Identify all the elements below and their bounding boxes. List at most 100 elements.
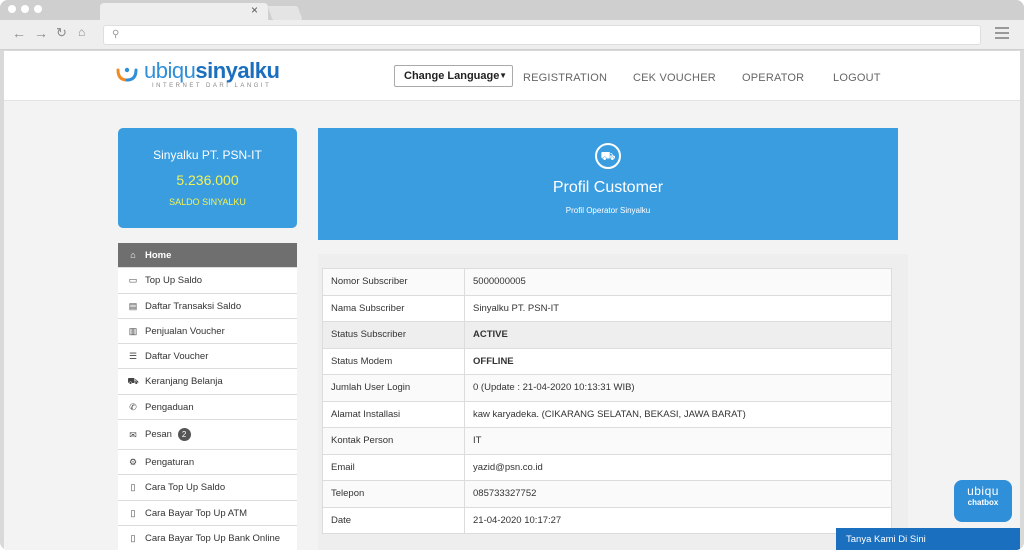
file-icon: ▯	[130, 482, 136, 493]
logo-wordmark: ubiqusinyalku INTERNET DARI LANGIT	[144, 58, 280, 90]
sidebar-item-label: Pesan	[145, 429, 172, 441]
sidebar-item-label: Daftar Voucher	[145, 351, 209, 363]
logo-ubiqu: ubiqu	[144, 58, 196, 83]
row-label: Nama Subscriber	[322, 294, 465, 322]
logo-tagline: INTERNET DARI LANGIT	[152, 83, 272, 89]
sidebar-item-penjualan-voucher[interactable]: ▥ Penjualan Voucher	[118, 318, 297, 345]
chatbox-brand-sub: chatbox	[967, 498, 999, 507]
sidebar-item-pengaturan[interactable]: ⚙ Pengaturan	[118, 450, 297, 476]
sidebar-item-keranjang-belanja[interactable]: ⛟ Keranjang Belanja	[118, 369, 297, 395]
browser-window: × ← → ↻ ⌂ ⚲ ubiqusinyalku INTERNET DARI …	[0, 0, 1024, 550]
list-icon: ☰	[128, 351, 138, 362]
subscriber-status: ACTIVE	[464, 321, 892, 349]
sidebar-item-cara-bayar-top-up-bank-online[interactable]: ▯ Cara Bayar Top Up Bank Online	[118, 525, 297, 550]
table-row: Status Modem OFFLINE	[322, 347, 892, 375]
sidebar-item-label: Top Up Saldo	[145, 275, 203, 287]
balance-amount: 5.236.000	[176, 172, 239, 188]
sidebar-item-label: Home	[145, 250, 172, 261]
table-row: Date 21-04-2020 10:17:27	[322, 506, 892, 534]
page-title: Profil Customer	[552, 179, 664, 196]
nav-operator[interactable]: OPERATOR	[742, 72, 804, 84]
sidebar-item-label: Penjualan Voucher	[145, 325, 225, 337]
sidebar-item-label: Cara Bayar Top Up ATM	[145, 507, 248, 519]
cart-icon: ⛟	[595, 143, 621, 169]
nav-cek-voucher[interactable]: CEK VOUCHER	[633, 72, 716, 84]
row-label: Email	[322, 453, 465, 481]
chatbox-brand: ubiqu	[967, 484, 999, 498]
window-minimize-dot[interactable]	[21, 5, 29, 13]
row-label: Status Subscriber	[322, 321, 465, 349]
table-row: Email yazid@psn.co.id	[322, 453, 892, 481]
window-maximize-dot[interactable]	[34, 5, 42, 13]
sidebar-item-daftar-transaksi-saldo[interactable]: ▤ Daftar Transaksi Saldo	[118, 293, 297, 319]
search-icon: ⚲	[112, 29, 120, 40]
address-bar[interactable]: ⚲	[103, 25, 981, 45]
new-tab-button[interactable]	[267, 6, 303, 20]
row-label: Telepon	[322, 480, 465, 508]
sidebar-item-home[interactable]: ⌂ Home	[118, 243, 297, 269]
envelope-icon: ✉	[129, 430, 137, 441]
sidebar-item-label: Pengaduan	[145, 401, 194, 413]
document-icon: ▤	[128, 300, 138, 311]
sidebar-item-label: Keranjang Belanja	[145, 376, 223, 388]
browser-toolbar: ← → ↻ ⌂ ⚲	[0, 20, 1024, 50]
row-label: Date	[322, 506, 465, 534]
profile-panel: Nomor Subscriber 5000000005 Nama Subscri…	[318, 254, 908, 550]
sidebar-item-cara-top-up-saldo[interactable]: ▯ Cara Top Up Saldo	[118, 475, 297, 501]
table-row: Kontak Person IT	[322, 427, 892, 455]
row-label: Nomor Subscriber	[322, 268, 465, 296]
browser-tab-bar: ×	[0, 0, 1024, 20]
logo-mark-icon	[116, 67, 138, 82]
chatbox-widget[interactable]: ubiqu chatbox	[954, 480, 1012, 522]
sidebar-item-pesan[interactable]: ✉ Pesan 2	[118, 420, 297, 451]
window-close-dot[interactable]	[8, 5, 16, 13]
row-value: kaw karyadeka. (CIKARANG SELATAN, BEKASI…	[464, 400, 892, 428]
profile-hero: ⛟ Profil Customer Profil Operator Sinyal…	[318, 128, 898, 240]
browser-menu-icon[interactable]	[995, 27, 1009, 42]
row-value: 085733327752	[464, 480, 892, 508]
balance-label: SALDO SINYALKU	[169, 197, 246, 207]
account-name: Sinyalku PT. PSN-IT	[153, 148, 262, 162]
row-value: 5000000005	[464, 268, 892, 296]
table-row: Nama Subscriber Sinyalku PT. PSN-IT	[322, 294, 892, 322]
tab-close-icon[interactable]: ×	[251, 3, 258, 17]
site-header: ubiqusinyalku INTERNET DARI LANGIT Chang…	[4, 51, 1020, 101]
row-label: Status Modem	[322, 347, 465, 375]
sidebar-item-cara-bayar-top-up-atm[interactable]: ▯ Cara Bayar Top Up ATM	[118, 500, 297, 526]
chat-open-bar[interactable]: Tanya Kami Di Sini	[836, 528, 1020, 550]
sidebar-menu: ⌂ Home ▭ Top Up Saldo ▤ Daftar Transaksi…	[118, 243, 297, 550]
sidebar-item-top-up-saldo[interactable]: ▭ Top Up Saldo	[118, 268, 297, 294]
language-select[interactable]: Change Language ▼	[394, 65, 513, 87]
profile-table: Nomor Subscriber 5000000005 Nama Subscri…	[322, 268, 892, 534]
file-icon: ▯	[130, 507, 136, 518]
cart-icon: ⛟	[127, 376, 139, 387]
table-row: Telepon 085733327752	[322, 480, 892, 508]
row-value: yazid@psn.co.id	[464, 453, 892, 481]
table-row: Nomor Subscriber 5000000005	[322, 268, 892, 296]
sidebar-item-label: Daftar Transaksi Saldo	[145, 300, 242, 312]
browser-tab[interactable]	[100, 3, 268, 20]
back-icon[interactable]: ←	[12, 25, 26, 41]
reload-icon[interactable]: ↻	[56, 25, 67, 41]
home-icon[interactable]: ⌂	[78, 25, 85, 39]
balance-card: Sinyalku PT. PSN-IT 5.236.000 SALDO SINY…	[118, 128, 297, 228]
row-value: 21-04-2020 10:17:27	[464, 506, 892, 534]
web-page: ubiqusinyalku INTERNET DARI LANGIT Chang…	[4, 51, 1020, 550]
row-label: Alamat Installasi	[322, 400, 465, 428]
nav-registration[interactable]: REGISTRATION	[523, 72, 607, 84]
nav-logout[interactable]: LOGOUT	[833, 72, 881, 84]
file-icon: ▯	[130, 532, 136, 543]
table-row: Alamat Installasi kaw karyadeka. (CIKARA…	[322, 400, 892, 428]
gear-icon: ⚙	[128, 457, 138, 468]
sidebar-item-pengaduan[interactable]: ✆ Pengaduan	[118, 394, 297, 421]
message-count-badge: 2	[177, 428, 191, 442]
forward-icon[interactable]: →	[34, 25, 48, 41]
bar-chart-icon: ▥	[128, 325, 138, 336]
logo-main: ubiqusinyalku	[144, 58, 280, 83]
window-controls	[8, 5, 42, 13]
home-icon: ⌂	[130, 250, 136, 260]
table-row: Status Subscriber ACTIVE	[322, 321, 892, 349]
sidebar-item-label: Pengaturan	[145, 457, 195, 469]
sidebar-item-daftar-voucher[interactable]: ☰ Daftar Voucher	[118, 344, 297, 370]
chat-bar-label: Tanya Kami Di Sini	[846, 534, 926, 545]
